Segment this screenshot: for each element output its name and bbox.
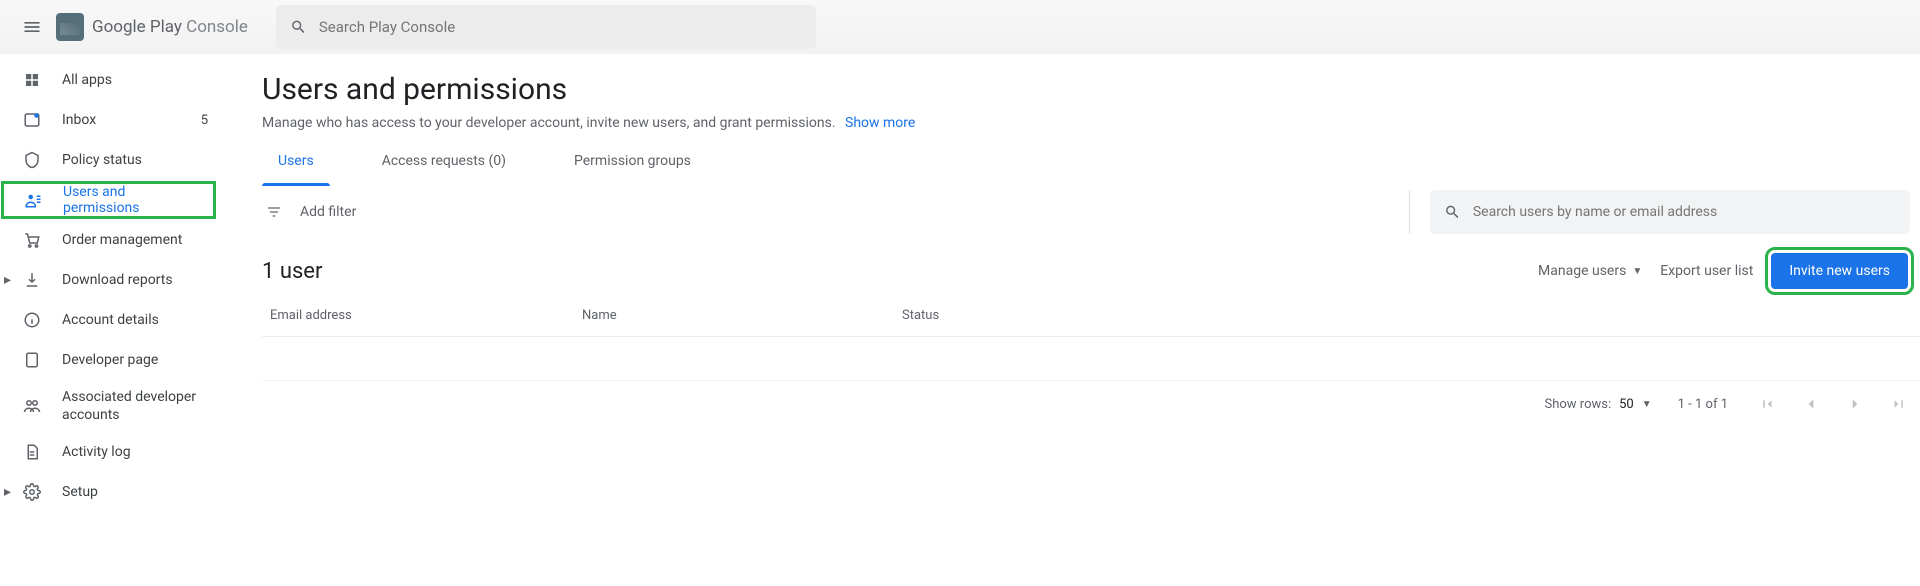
tab-bar: Users Access requests (0) Permission gro… [262,145,1920,185]
invite-label: Invite new users [1789,263,1890,279]
add-filter-label: Add filter [300,204,356,220]
brand-text: Google Play Console [92,17,248,37]
last-page-icon [1890,395,1908,413]
page-title: Users and permissions [262,72,1920,107]
prev-page-button[interactable] [1798,391,1824,417]
page-icon [22,351,42,369]
tab-label: Access requests (0) [382,153,506,169]
table-footer: Show rows: 50 ▼ 1 - 1 of 1 [262,381,1920,417]
play-console-logo-icon [56,13,84,41]
people-icon [22,397,42,415]
sidebar-item-label: Account details [62,312,159,328]
col-header-email[interactable]: Email address [262,308,582,323]
sidebar-item-policy-status[interactable]: Policy status [0,140,220,180]
global-search-input[interactable] [319,18,802,36]
brand[interactable]: Google Play Console [56,13,248,41]
caret-right-icon: ▸ [4,484,11,500]
sidebar-item-label: Order management [62,232,182,248]
tab-permission-groups[interactable]: Permission groups [558,145,707,185]
table-header-row: Email address Name Status [262,295,1920,337]
document-icon [22,443,42,461]
sidebar-item-download-reports[interactable]: ▸ Download reports [0,260,220,300]
sidebar-item-label: Policy status [62,152,142,168]
rows-per-page[interactable]: Show rows: 50 ▼ [1545,397,1652,412]
export-user-list-button[interactable]: Export user list [1660,263,1753,279]
sidebar-item-users-permissions[interactable]: Users and permissions [1,181,216,219]
caret-down-icon: ▼ [1642,399,1652,410]
apps-icon [22,71,42,89]
sidebar-item-label: Activity log [62,444,131,460]
main-content: Users and permissions Manage who has acc… [220,54,1920,586]
download-icon [22,271,42,289]
sidebar-item-label: Associated developer accounts [62,388,208,424]
chevron-left-icon [1802,395,1820,413]
user-search-input[interactable] [1473,204,1896,220]
sidebar-item-all-apps[interactable]: All apps [0,60,220,100]
chevron-right-icon [1846,395,1864,413]
tab-users[interactable]: Users [262,145,330,185]
sidebar-item-account-details[interactable]: Account details [0,300,220,340]
hamburger-icon [22,17,42,37]
next-page-button[interactable] [1842,391,1868,417]
sidebar-item-label: Developer page [62,352,158,368]
add-filter-button[interactable]: Add filter [266,204,356,220]
invite-new-users-button[interactable]: Invite new users [1771,253,1908,289]
brand-text-2: Console [186,17,248,37]
vertical-separator [1409,190,1410,234]
user-count-heading: 1 user [262,259,1538,284]
user-search[interactable] [1430,190,1910,234]
col-header-status[interactable]: Status [902,308,1920,323]
menu-hamburger-button[interactable] [8,3,56,51]
sidebar-item-label: Download reports [62,272,173,288]
cart-icon [22,231,42,249]
first-page-icon [1758,395,1776,413]
manage-users-button[interactable]: Manage users ▼ [1538,263,1642,279]
top-bar: Google Play Console [0,0,1920,54]
global-search[interactable] [276,5,816,49]
tab-label: Users [278,153,314,169]
export-label: Export user list [1660,263,1753,279]
col-header-name[interactable]: Name [582,308,902,323]
show-more-link[interactable]: Show more [845,115,915,131]
table-row[interactable] [262,337,1920,381]
pager [1754,391,1912,417]
first-page-button[interactable] [1754,391,1780,417]
shield-icon [22,151,42,169]
inbox-badge: 5 [201,113,208,128]
sidebar-item-label: Inbox [62,112,96,128]
page-subtitle: Manage who has access to your developer … [262,115,1920,131]
users-icon [23,191,43,209]
sidebar-item-label: All apps [62,72,112,88]
rows-value: 50 [1619,397,1634,412]
last-page-button[interactable] [1886,391,1912,417]
show-rows-label: Show rows: [1545,397,1612,412]
sidebar-item-order-management[interactable]: Order management [0,220,220,260]
caret-down-icon: ▼ [1632,266,1642,277]
gear-icon [22,483,42,501]
sidebar-item-label: Setup [62,484,98,500]
pagination-range: 1 - 1 of 1 [1678,397,1728,412]
info-icon [22,311,42,329]
filter-icon [266,204,282,220]
users-table: Email address Name Status [262,295,1920,381]
search-icon [1444,203,1461,221]
caret-right-icon: ▸ [4,272,11,288]
sidebar-item-setup[interactable]: ▸ Setup [0,472,220,512]
sidebar-item-associated-accounts[interactable]: Associated developer accounts [0,380,220,432]
sidebar-item-activity-log[interactable]: Activity log [0,432,220,472]
search-icon [290,18,307,36]
brand-text-1: Google Play [92,17,186,37]
filter-bar: Add filter [262,185,1920,239]
sidebar-item-label: Users and permissions [63,184,201,216]
tab-access-requests[interactable]: Access requests (0) [366,145,522,185]
sidebar-item-developer-page[interactable]: Developer page [0,340,220,380]
list-header: 1 user Manage users ▼ Export user list I… [262,253,1920,289]
manage-users-label: Manage users [1538,263,1626,279]
sidebar-item-inbox[interactable]: Inbox 5 [0,100,220,140]
page-subtitle-text: Manage who has access to your developer … [262,115,836,131]
tab-label: Permission groups [574,153,691,169]
inbox-icon [22,111,42,129]
sidebar: All apps Inbox 5 Policy status Users and… [0,54,220,586]
